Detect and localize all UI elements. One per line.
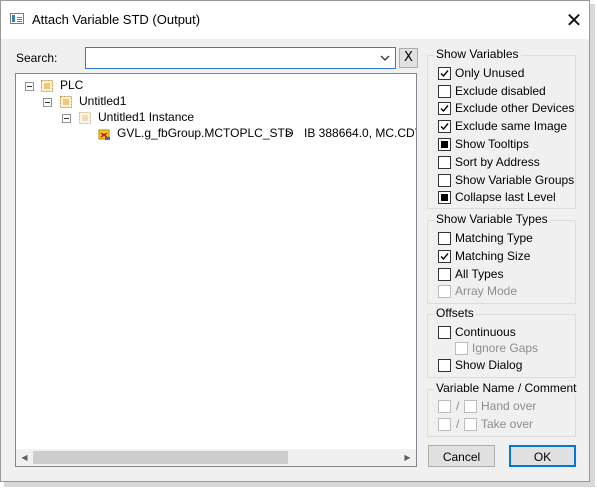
- window-app-icon: [10, 13, 24, 24]
- instance-icon: [79, 112, 91, 124]
- checkbox[interactable]: [438, 232, 451, 245]
- option-label: Show Variable Groups: [455, 173, 575, 187]
- plc-icon: [41, 80, 53, 92]
- option-label: Take over: [481, 417, 534, 431]
- checkbox[interactable]: [438, 268, 451, 281]
- tree-node-label: PLC: [60, 78, 84, 92]
- search-input[interactable]: [88, 49, 372, 67]
- cancel-button[interactable]: Cancel: [428, 445, 495, 467]
- checkbox[interactable]: [438, 359, 451, 372]
- window-title: Attach Variable STD (Output): [32, 12, 201, 27]
- checkmark-icon: [440, 253, 449, 261]
- tree-node-label: Untitled1 Instance: [98, 110, 195, 124]
- checkmark-icon: [440, 105, 449, 113]
- clear-search-button[interactable]: X: [399, 48, 418, 68]
- option-label: Exclude same Image: [455, 119, 568, 133]
- title-bar[interactable]: Attach Variable STD (Output) ✕: [1, 1, 589, 39]
- option-label: Ignore Gaps: [472, 341, 539, 355]
- checkmark-icon: [440, 123, 449, 131]
- tree-node-untitled1-instance[interactable]: Untitled1 Instance: [16, 110, 411, 126]
- option-label: Sort by Address: [455, 155, 540, 169]
- option-label: Hand over: [481, 399, 537, 413]
- search-combobox[interactable]: [85, 47, 396, 69]
- checkbox[interactable]: [438, 326, 451, 339]
- comment-checkbox-disabled: [464, 418, 477, 431]
- checkbox[interactable]: [438, 120, 451, 133]
- option-label: Exclude other Devices: [455, 101, 575, 115]
- collapse-toggle-icon[interactable]: [62, 114, 71, 123]
- collapse-toggle-icon[interactable]: [25, 82, 34, 91]
- tree-node-label: GVL.g_fbGroup.MCTOPLC_STD: [117, 126, 294, 140]
- checkbox-disabled: [455, 342, 468, 355]
- search-label: Search:: [16, 51, 58, 65]
- name-checkbox-disabled: [438, 418, 451, 431]
- close-icon[interactable]: ✕: [561, 7, 587, 33]
- horizontal-scrollbar[interactable]: ◀ ▶: [16, 449, 416, 466]
- slash-separator: /: [456, 399, 460, 413]
- option-label: Continuous: [455, 325, 516, 339]
- show-variables-group: Show Variables Only Unused Exclude disab…: [427, 47, 576, 209]
- checkbox-disabled: [438, 285, 451, 298]
- tree-node-variable[interactable]: GVL.g_fbGroup.MCTOPLC_STD > IB 388664.0,…: [16, 126, 416, 142]
- ok-button[interactable]: OK: [509, 445, 576, 467]
- checkbox[interactable]: [438, 174, 451, 187]
- dialog-window: Attach Variable STD (Output) ✕ Search: X…: [0, 0, 590, 482]
- group-title: Offsets: [434, 306, 476, 320]
- option-label: Only Unused: [455, 66, 525, 80]
- mapping-arrow-separator: >: [285, 126, 293, 140]
- checkbox[interactable]: [438, 85, 451, 98]
- option-label: Array Mode: [455, 284, 518, 298]
- scroll-left-icon[interactable]: ◀: [16, 449, 33, 466]
- checkbox-indeterminate[interactable]: [438, 191, 451, 204]
- option-label: All Types: [455, 267, 504, 281]
- tree-node-untitled1[interactable]: Untitled1: [16, 94, 411, 110]
- scroll-right-icon[interactable]: ▶: [399, 449, 416, 466]
- checkbox-indeterminate[interactable]: [438, 138, 451, 151]
- option-label: Show Dialog: [455, 358, 523, 372]
- option-label: Collapse last Level: [455, 190, 556, 204]
- option-take-over: / Take over: [438, 417, 573, 433]
- name-checkbox-disabled: [438, 400, 451, 413]
- slash-separator: /: [456, 417, 460, 431]
- variable-name-comment-group: Variable Name / Comment / Hand over / Ta…: [427, 381, 579, 437]
- checkbox[interactable]: [438, 67, 451, 80]
- variable-tree[interactable]: PLC Untitled1 Untitled1 Instance GVL.g_f…: [15, 73, 417, 467]
- tree-node-label: Untitled1: [79, 94, 127, 108]
- collapse-toggle-icon[interactable]: [43, 98, 52, 107]
- option-hand-over: / Hand over: [438, 399, 573, 415]
- group-title: Variable Name / Comment: [434, 381, 579, 395]
- option-label: Matching Type: [455, 231, 533, 245]
- tree-node-plc[interactable]: PLC: [16, 78, 411, 94]
- option-label: Exclude disabled: [455, 84, 546, 98]
- checkmark-icon: [440, 70, 449, 78]
- scrollbar-thumb[interactable]: [33, 451, 288, 464]
- offsets-group: Offsets Continuous Ignore Gaps Show Dial…: [427, 306, 576, 378]
- group-title: Show Variable Types: [434, 212, 550, 226]
- show-variable-types-group: Show Variable Types Matching Type Matchi…: [427, 212, 576, 304]
- comment-checkbox-disabled: [464, 400, 477, 413]
- chevron-down-icon[interactable]: [379, 51, 391, 65]
- option-label: Matching Size: [455, 249, 531, 263]
- checkbox[interactable]: [438, 250, 451, 263]
- checkbox[interactable]: [438, 156, 451, 169]
- group-title: Show Variables: [434, 47, 521, 61]
- tree-node-address: IB 388664.0, MC.CDT_: [304, 126, 417, 140]
- device-icon: [60, 96, 72, 108]
- variable-icon: [98, 129, 110, 140]
- option-label: Show Tooltips: [455, 137, 529, 151]
- checkbox[interactable]: [438, 102, 451, 115]
